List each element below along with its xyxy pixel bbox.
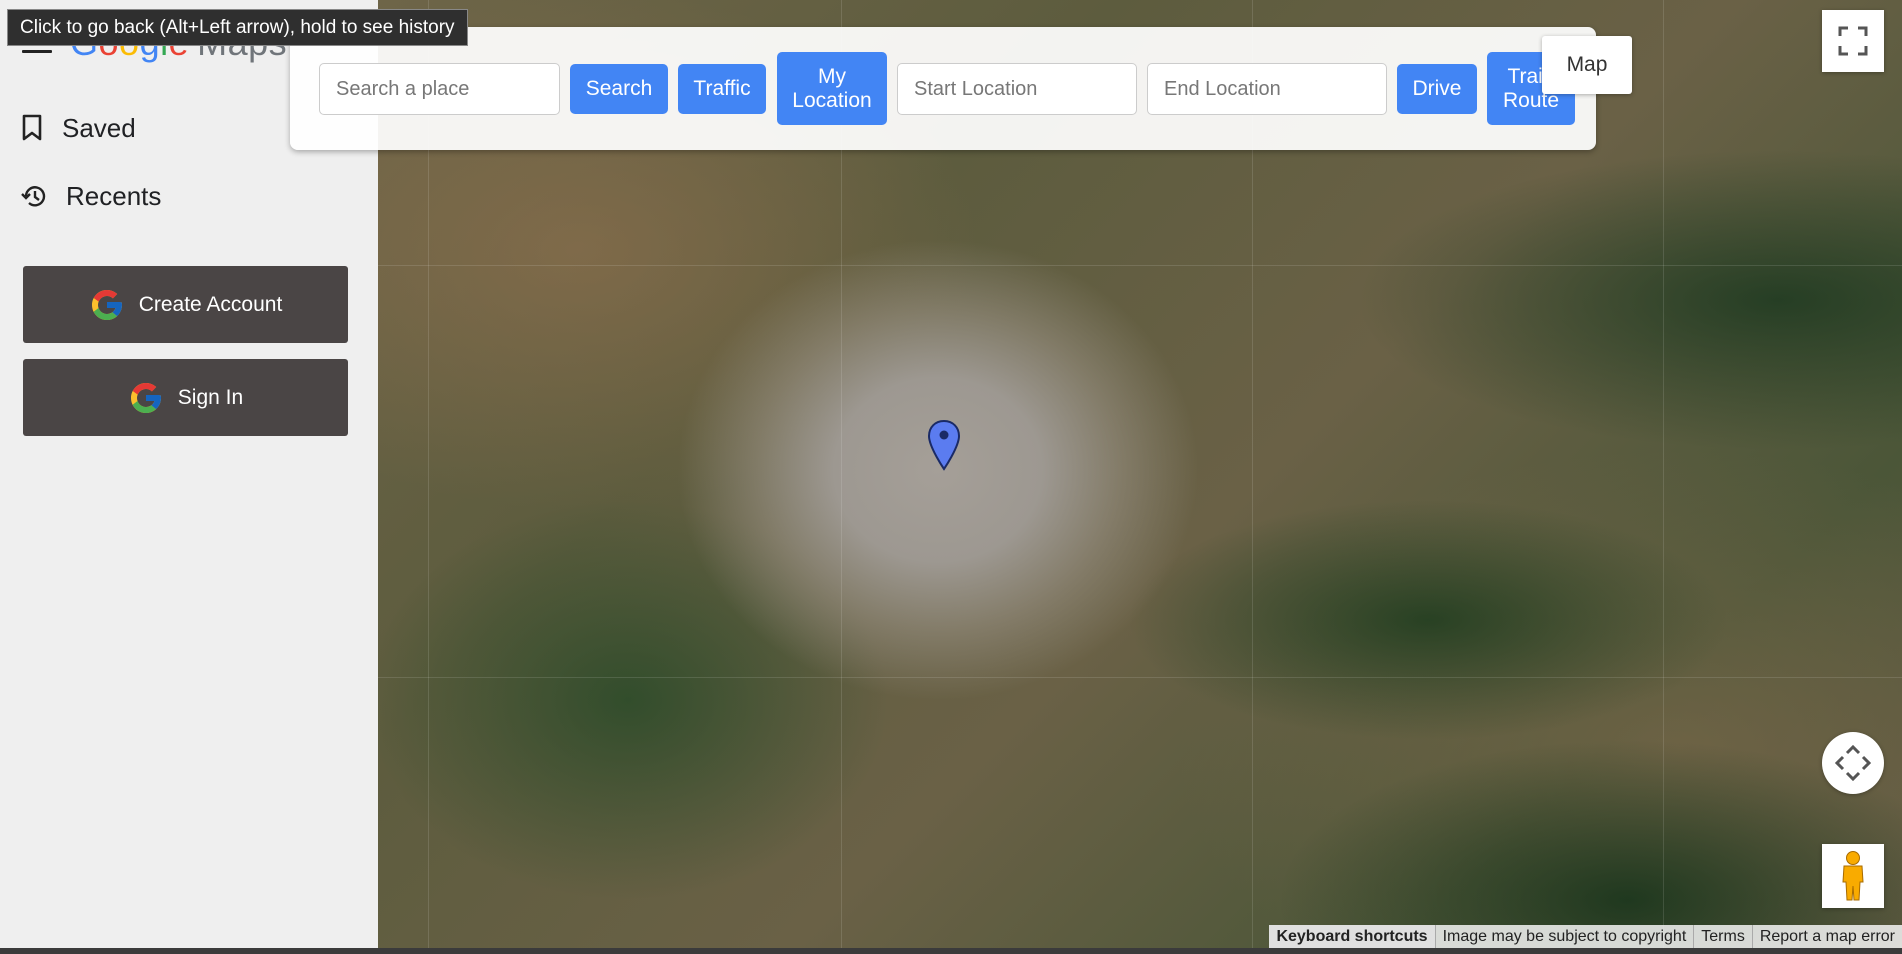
sidebar-item-label: Saved — [62, 112, 136, 143]
start-location-input[interactable] — [897, 63, 1137, 115]
fullscreen-button[interactable] — [1822, 10, 1884, 72]
location-pin-icon[interactable] — [927, 419, 961, 471]
fullscreen-icon — [1838, 26, 1868, 56]
google-g-icon — [130, 382, 161, 413]
window-bottom-edge — [0, 948, 1902, 954]
sidebar-item-recents[interactable]: Recents — [20, 174, 161, 218]
keyboard-shortcuts-link[interactable]: Keyboard shortcuts — [1269, 925, 1435, 948]
copyright-notice: Image may be subject to copyright — [1434, 925, 1694, 948]
search-input[interactable] — [319, 63, 560, 115]
bookmark-icon — [22, 114, 42, 141]
google-g-icon — [91, 289, 122, 320]
report-map-error-link[interactable]: Report a map error — [1751, 925, 1902, 948]
search-toolbar: Search Traffic My Location Drive Train R… — [290, 27, 1596, 150]
drive-button[interactable]: Drive — [1397, 64, 1477, 114]
map-gridline — [378, 265, 1902, 266]
back-button-tooltip: Click to go back (Alt+Left arrow), hold … — [7, 9, 468, 46]
street-view-pegman-button[interactable] — [1822, 844, 1884, 908]
search-button[interactable]: Search — [570, 64, 668, 114]
sign-in-button[interactable]: Sign In — [23, 359, 348, 436]
pegman-icon — [1842, 851, 1864, 901]
map-gridline — [1663, 0, 1664, 948]
camera-control-button[interactable] — [1822, 732, 1884, 794]
create-account-label: Create Account — [138, 292, 283, 316]
history-icon — [21, 186, 46, 207]
my-location-button[interactable]: My Location — [777, 52, 887, 125]
end-location-input[interactable] — [1147, 63, 1387, 115]
map-footer: Keyboard shortcuts Image may be subject … — [1269, 925, 1902, 948]
map-type-button-overlay[interactable]: Map — [1542, 36, 1632, 94]
traffic-button[interactable]: Traffic — [678, 64, 766, 114]
sidebar-item-saved[interactable]: Saved — [20, 106, 136, 150]
map-gridline — [378, 677, 1902, 678]
terms-link[interactable]: Terms — [1693, 925, 1752, 948]
sign-in-label: Sign In — [177, 385, 244, 409]
sidebar-item-label: Recents — [66, 180, 162, 211]
create-account-button[interactable]: Create Account — [23, 266, 348, 343]
camera-pan-icon — [1834, 744, 1872, 782]
